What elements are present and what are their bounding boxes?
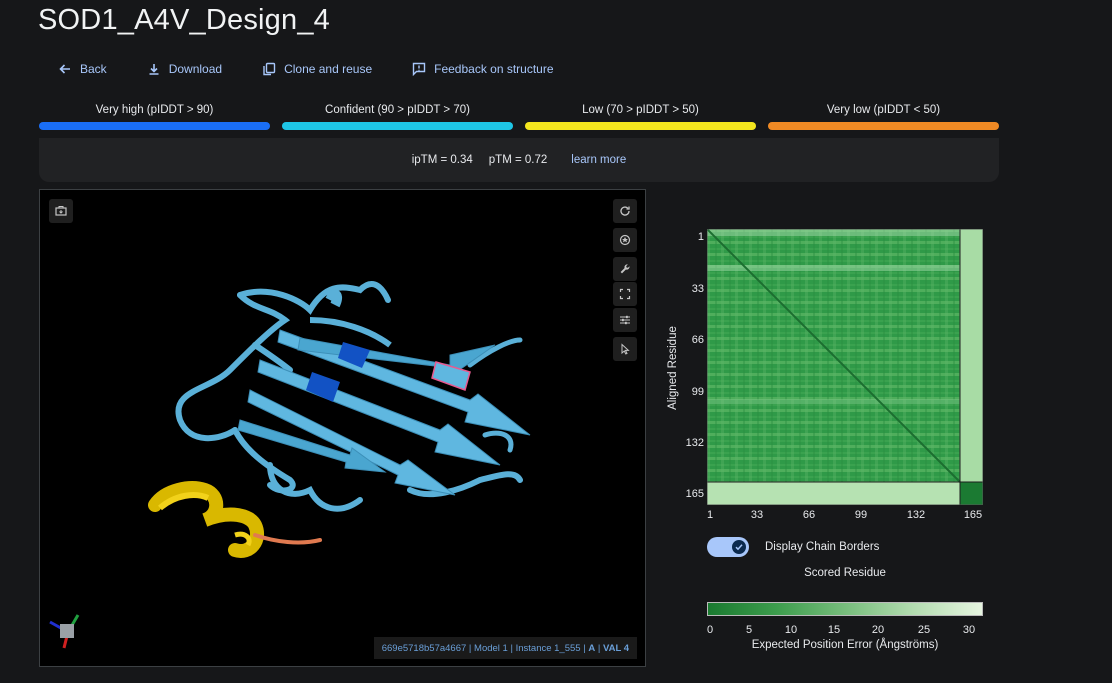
legend-very-low: Very low (pIDDT < 50) xyxy=(768,104,999,130)
clone-reuse-label: Clone and reuse xyxy=(284,62,373,76)
colorbar-tick-15: 15 xyxy=(827,624,841,636)
colorbar-label: Expected Position Error (Ångströms) xyxy=(751,639,939,651)
x-tick-66: 66 xyxy=(802,509,816,521)
back-label: Back xyxy=(80,62,107,76)
pae-heatmap[interactable] xyxy=(707,229,983,505)
y-tick-1: 1 xyxy=(697,231,704,243)
instance-label: Instance 1_555 xyxy=(515,642,581,654)
legend-very-high-label: Very high (pIDDT > 90) xyxy=(95,104,214,116)
residue-label: VAL 4 xyxy=(602,642,629,654)
feedback-icon xyxy=(412,62,426,76)
y-tick-66: 66 xyxy=(691,334,704,346)
legend-very-low-label: Very low (pIDDT < 50) xyxy=(826,104,941,116)
toggle-knob xyxy=(731,539,747,555)
pae-colorbar xyxy=(707,602,983,616)
plddt-legend: Very high (pIDDT > 90) Confident (90 > p… xyxy=(39,104,999,130)
x-tick-1: 1 xyxy=(706,509,714,521)
chain-label: A xyxy=(588,642,596,654)
legend-very-low-bar xyxy=(768,122,999,130)
colorbar-tick-10: 10 xyxy=(784,624,798,636)
download-label: Download xyxy=(168,62,223,76)
legend-very-high: Very high (pIDDT > 90) xyxy=(39,104,270,130)
structure-id: 669e5718b57a4667 xyxy=(381,642,467,654)
ptm-value: pTM = 0.72 xyxy=(488,154,548,166)
page-title: SOD1_A4V_Design_4 xyxy=(38,4,330,36)
y-tick-99: 99 xyxy=(691,386,704,398)
chain-borders-label: Display Chain Borders xyxy=(765,541,880,553)
x-tick-132: 132 xyxy=(906,509,926,521)
legend-confident-label: Confident (90 > pIDDT > 70) xyxy=(325,104,470,116)
legend-low: Low (70 > pIDDT > 50) xyxy=(525,104,756,130)
colorbar-tick-5: 5 xyxy=(745,624,753,636)
back-button[interactable]: Back xyxy=(58,62,107,76)
legend-confident: Confident (90 > pIDDT > 70) xyxy=(282,104,513,130)
colorbar-tick-25: 25 xyxy=(917,624,931,636)
axes-gizmo xyxy=(49,614,80,649)
legend-low-label: Low (70 > pIDDT > 50) xyxy=(582,104,699,116)
colorbar-tick-20: 20 xyxy=(871,624,885,636)
x-tick-99: 99 xyxy=(854,509,868,521)
chain-borders-toggle[interactable] xyxy=(707,537,749,557)
feedback-button[interactable]: Feedback on structure xyxy=(412,62,554,76)
legend-confident-bar xyxy=(282,122,513,130)
confidence-metrics: ipTM = 0.34 pTM = 0.72 learn more xyxy=(39,138,999,182)
y-tick-132: 132 xyxy=(685,437,704,449)
y-tick-33: 33 xyxy=(691,283,704,295)
colorbar-tick-0: 0 xyxy=(706,624,714,636)
action-bar: Back Download Clone and reuse Feedback o… xyxy=(58,62,594,76)
protein-structure[interactable] xyxy=(40,190,647,668)
legend-low-bar xyxy=(525,122,756,130)
check-icon xyxy=(735,544,743,551)
model-label: Model 1 xyxy=(474,642,508,654)
learn-more-link[interactable]: learn more xyxy=(571,154,626,166)
iptm-value: ipTM = 0.34 xyxy=(411,154,473,166)
pae-x-axis-label: Scored Residue xyxy=(804,567,886,579)
colorbar-tick-30: 30 xyxy=(962,624,976,636)
selection-info: 669e5718b57a4667 | Model 1 | Instance 1_… xyxy=(373,637,637,659)
download-icon xyxy=(149,64,159,75)
structure-viewer[interactable]: 669e5718b57a4667 | Model 1 | Instance 1_… xyxy=(39,189,646,667)
download-button[interactable]: Download xyxy=(147,62,222,76)
clone-reuse-button[interactable]: Clone and reuse xyxy=(262,62,372,76)
feedback-label: Feedback on structure xyxy=(434,62,554,76)
x-tick-33: 33 xyxy=(750,509,764,521)
chain-borders-toggle-row: Display Chain Borders xyxy=(707,537,879,557)
legend-very-high-bar xyxy=(39,122,270,130)
copy-icon xyxy=(263,62,276,76)
y-tick-165: 165 xyxy=(685,488,704,500)
arrow-left-icon xyxy=(59,64,70,74)
x-tick-165: 165 xyxy=(963,509,983,521)
